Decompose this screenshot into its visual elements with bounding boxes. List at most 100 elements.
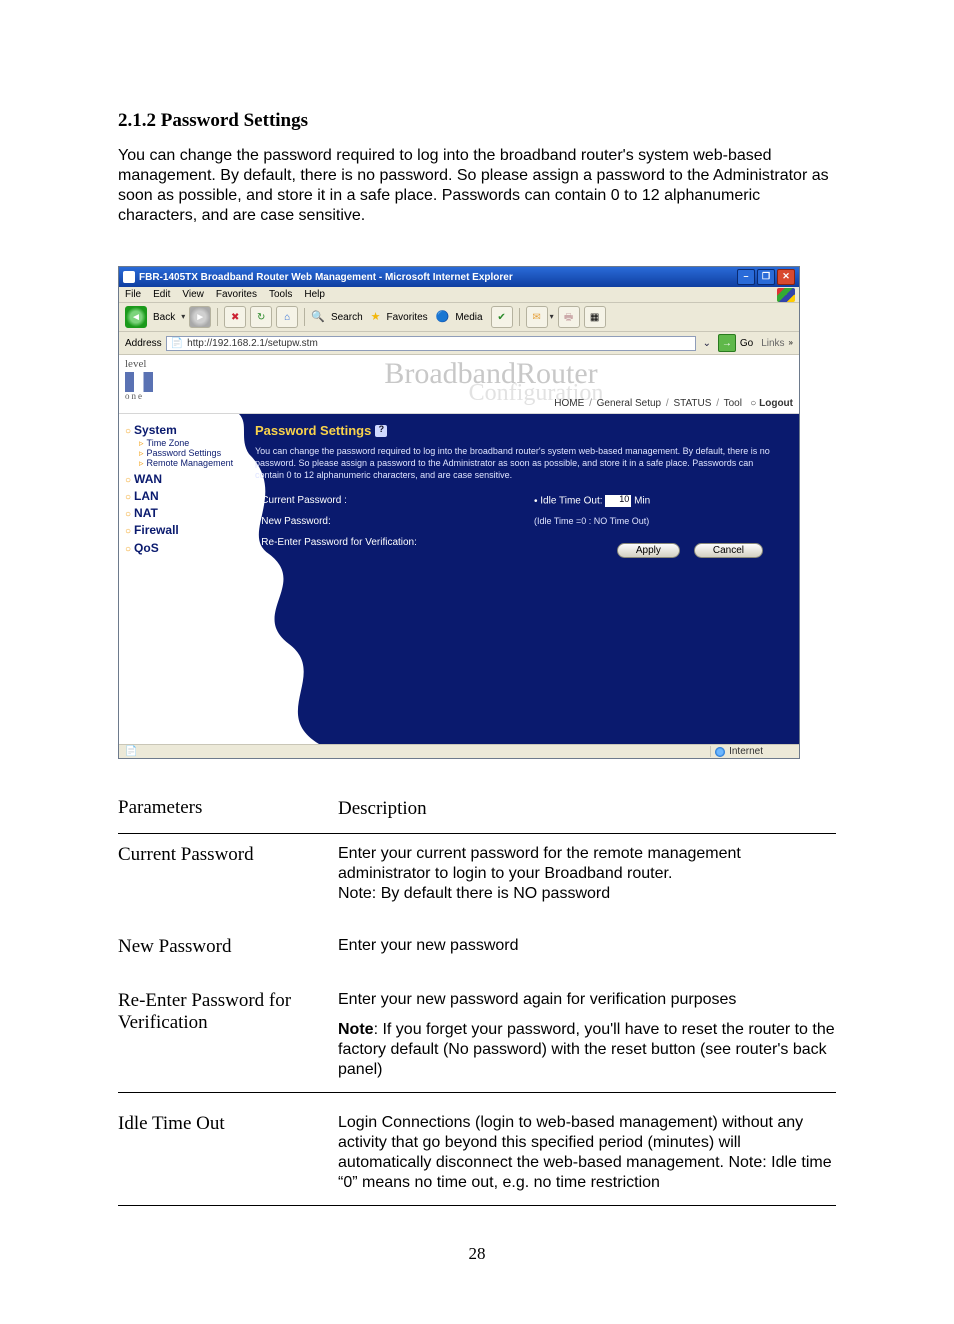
address-dropdown-icon[interactable]: ⌄: [700, 338, 714, 349]
help-icon[interactable]: ?: [375, 425, 387, 437]
nav-logout[interactable]: Logout: [759, 398, 793, 409]
brand-logo: level one: [119, 355, 183, 405]
windows-flag-icon: [777, 288, 795, 302]
cancel-button[interactable]: Cancel: [694, 543, 763, 558]
col-parameters: Parameters: [118, 797, 338, 819]
stop-button[interactable]: ✖: [224, 306, 246, 328]
param-desc-line: Enter your new password again for verifi…: [338, 990, 836, 1010]
ie-window: FBR-1405TX Broadband Router Web Manageme…: [118, 266, 800, 759]
refresh-button[interactable]: ↻: [250, 306, 272, 328]
brand-logo-top: level: [125, 359, 177, 370]
param-desc: Enter your current password for the remo…: [338, 844, 836, 904]
globe-icon: [715, 747, 725, 757]
favorites-icon[interactable]: ★: [371, 311, 381, 323]
panel-title: Password Settings: [255, 424, 371, 438]
panel-description: You can change the password required to …: [255, 446, 783, 481]
table-row: Re-Enter Password for Verification Enter…: [118, 980, 836, 1093]
param-table: Parameters Description Current Password …: [118, 787, 836, 1206]
menu-favorites[interactable]: Favorites: [216, 289, 257, 300]
col-description: Description: [338, 797, 836, 821]
sidebar-item-wan[interactable]: WAN: [125, 473, 235, 486]
note-strong: Note: [338, 1021, 374, 1038]
history-button[interactable]: ✔: [491, 306, 513, 328]
param-name: New Password: [118, 936, 338, 958]
field-idle-timeout: Idle Time Out: 10 Min: [534, 495, 783, 507]
print-button[interactable]: 🖶: [558, 306, 580, 328]
param-name: Idle Time Out: [118, 1113, 338, 1135]
sidebar-item-nat[interactable]: NAT: [125, 507, 235, 520]
note-rest: : If you forget your password, you'll ha…: [338, 1021, 835, 1078]
param-desc: Enter your new password again for verifi…: [338, 990, 836, 1080]
brand-logo-bottom: one: [125, 392, 177, 401]
back-button[interactable]: ◄: [125, 306, 147, 328]
media-icon[interactable]: 🔵: [436, 311, 450, 323]
minimize-button[interactable]: –: [737, 269, 755, 285]
idle-timeout-input[interactable]: 10: [605, 495, 631, 507]
mail-dropdown-icon[interactable]: ▾: [550, 313, 554, 322]
sidebar-item-firewall[interactable]: Firewall: [125, 524, 235, 537]
media-label: Media: [455, 312, 482, 323]
page-icon: 📄: [171, 338, 183, 349]
brand-header: level one BroadbandRouter Configuration …: [119, 355, 799, 414]
content-area: System Time Zone Password Settings Remot…: [119, 414, 799, 744]
sidebar-item-system[interactable]: System: [125, 424, 235, 437]
toolbar-separator: [304, 308, 305, 326]
param-name: Current Password: [118, 844, 338, 866]
field-current-password: Current Password :: [255, 495, 504, 506]
sidebar-item-remote[interactable]: Remote Management: [139, 459, 235, 469]
links-label[interactable]: Links: [761, 338, 784, 349]
close-button[interactable]: ✕: [777, 269, 795, 285]
address-label: Address: [125, 338, 162, 349]
status-zone: Internet: [710, 746, 793, 757]
forward-button[interactable]: ►: [189, 306, 211, 328]
toolbar-separator: [519, 308, 520, 326]
back-dropdown-icon[interactable]: ▾: [181, 313, 185, 322]
window-titlebar: FBR-1405TX Broadband Router Web Manageme…: [119, 267, 799, 287]
idle-label: Idle Time Out:: [540, 496, 602, 507]
apply-button[interactable]: Apply: [617, 543, 680, 558]
table-row: Current Password Enter your current pass…: [118, 834, 836, 916]
status-zone-label: Internet: [729, 746, 763, 757]
toolbar-separator: [217, 308, 218, 326]
address-url: http://192.168.2.1/setupw.stm: [187, 338, 318, 349]
back-label: Back: [153, 312, 175, 323]
section-intro: You can change the password required to …: [118, 146, 836, 226]
toolbar: ◄ Back ▾ ► ✖ ↻ ⌂ 🔍 Search ★ Favorites 🔵 …: [119, 303, 799, 332]
edit-button[interactable]: ▦: [584, 306, 606, 328]
search-icon[interactable]: 🔍: [311, 311, 325, 323]
table-header-row: Parameters Description: [118, 787, 836, 834]
window-title: FBR-1405TX Broadband Router Web Manageme…: [139, 272, 513, 283]
mail-button[interactable]: ✉: [526, 306, 548, 328]
nav-tool[interactable]: Tool: [724, 398, 742, 409]
sidebar-item-qos[interactable]: QoS: [125, 542, 235, 555]
menu-bar: File Edit View Favorites Tools Help: [119, 287, 799, 303]
nav-general[interactable]: General Setup: [597, 398, 662, 409]
menu-file[interactable]: File: [125, 289, 141, 300]
table-row: New Password Enter your new password: [118, 926, 836, 970]
nav-home[interactable]: HOME: [554, 398, 584, 409]
brand-logo-icon: [125, 372, 153, 392]
menu-view[interactable]: View: [182, 289, 204, 300]
sidebar: System Time Zone Password Settings Remot…: [119, 414, 239, 744]
menu-tools[interactable]: Tools: [269, 289, 292, 300]
go-button[interactable]: →: [718, 334, 736, 352]
field-new-password: New Password:: [255, 516, 504, 527]
search-label: Search: [331, 312, 363, 323]
links-chevron-icon[interactable]: »: [789, 339, 793, 348]
section-heading: 2.1.2 Password Settings: [118, 110, 836, 132]
sidebar-item-lan[interactable]: LAN: [125, 490, 235, 503]
home-button[interactable]: ⌂: [276, 306, 298, 328]
main-panel: Password Settings ? You can change the p…: [239, 414, 799, 744]
page-viewport: level one BroadbandRouter Configuration …: [119, 355, 799, 744]
menu-help[interactable]: Help: [304, 289, 325, 300]
param-desc: Enter your new password: [338, 936, 836, 956]
nav-status[interactable]: STATUS: [673, 398, 711, 409]
maximize-button[interactable]: ❐: [757, 269, 775, 285]
idle-note: (Idle Time =0 : NO Time Out): [534, 517, 783, 527]
status-bar: 📄 Internet: [119, 744, 799, 758]
go-label: Go: [740, 338, 753, 349]
address-input[interactable]: 📄 http://192.168.2.1/setupw.stm: [166, 336, 696, 351]
address-bar: Address 📄 http://192.168.2.1/setupw.stm …: [119, 332, 799, 355]
table-row: Idle Time Out Login Connections (login t…: [118, 1103, 836, 1206]
menu-edit[interactable]: Edit: [153, 289, 170, 300]
